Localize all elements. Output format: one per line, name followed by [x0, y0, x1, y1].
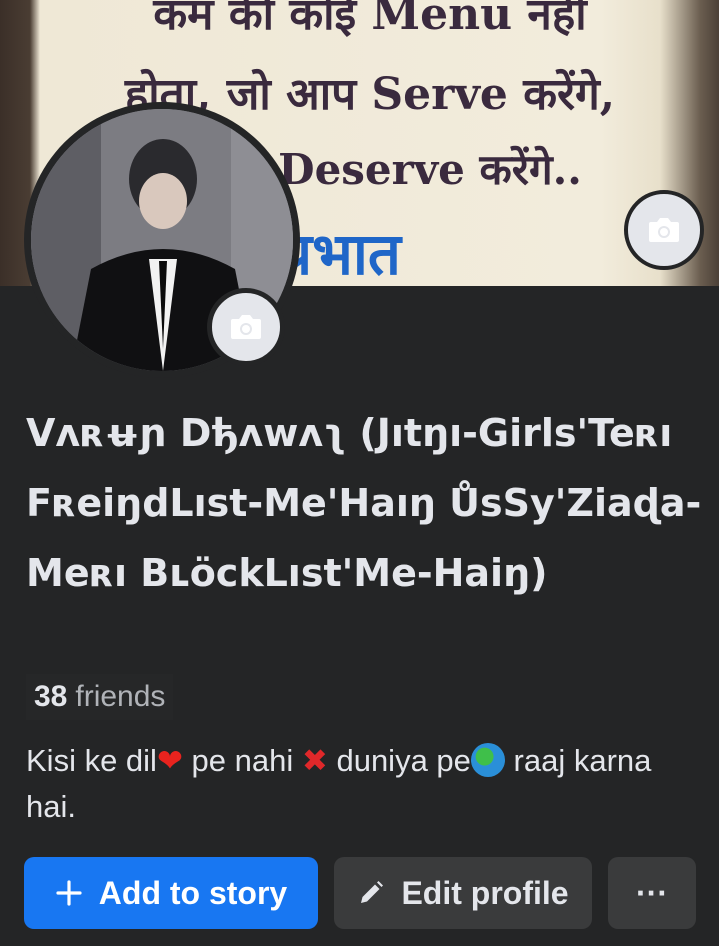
heart-icon: ❤ [156, 743, 183, 778]
profile-name: Vʌʀʉɲ Dђʌwʌʅ (Jıtŋı-Girls'Teʀı FʀeiŋdLıs… [26, 411, 702, 595]
more-options-button[interactable]: ··· [608, 857, 696, 929]
bio-text: pe nahi [182, 743, 302, 778]
edit-profile-button[interactable]: Edit profile [334, 857, 592, 929]
edit-cover-photo-button[interactable] [624, 190, 704, 270]
pencil-icon [357, 879, 385, 907]
more-icon: ··· [636, 874, 668, 911]
friends-label: friends [75, 680, 166, 713]
plus-icon [55, 879, 83, 907]
cross-icon: ✖ [301, 743, 328, 778]
edit-profile-label: Edit profile [401, 874, 569, 911]
add-to-story-button[interactable]: Add to story [24, 857, 318, 929]
cover-text-line: कम की कोई Menu नहीं [153, 0, 587, 40]
camera-icon [649, 218, 679, 242]
bio-text: duniya pe [327, 743, 471, 778]
bio-text: Kisi ke dil [26, 743, 157, 778]
camera-icon [231, 315, 261, 339]
friends-count-link[interactable]: 38 friends [26, 674, 174, 720]
friends-count: 38 [34, 680, 68, 713]
add-to-story-label: Add to story [98, 874, 288, 911]
globe-icon [470, 743, 505, 777]
edit-profile-picture-button[interactable] [207, 288, 285, 366]
profile-bio: Kisi ke dil❤ pe nahi ✖ duniya pe raaj ka… [26, 738, 696, 830]
